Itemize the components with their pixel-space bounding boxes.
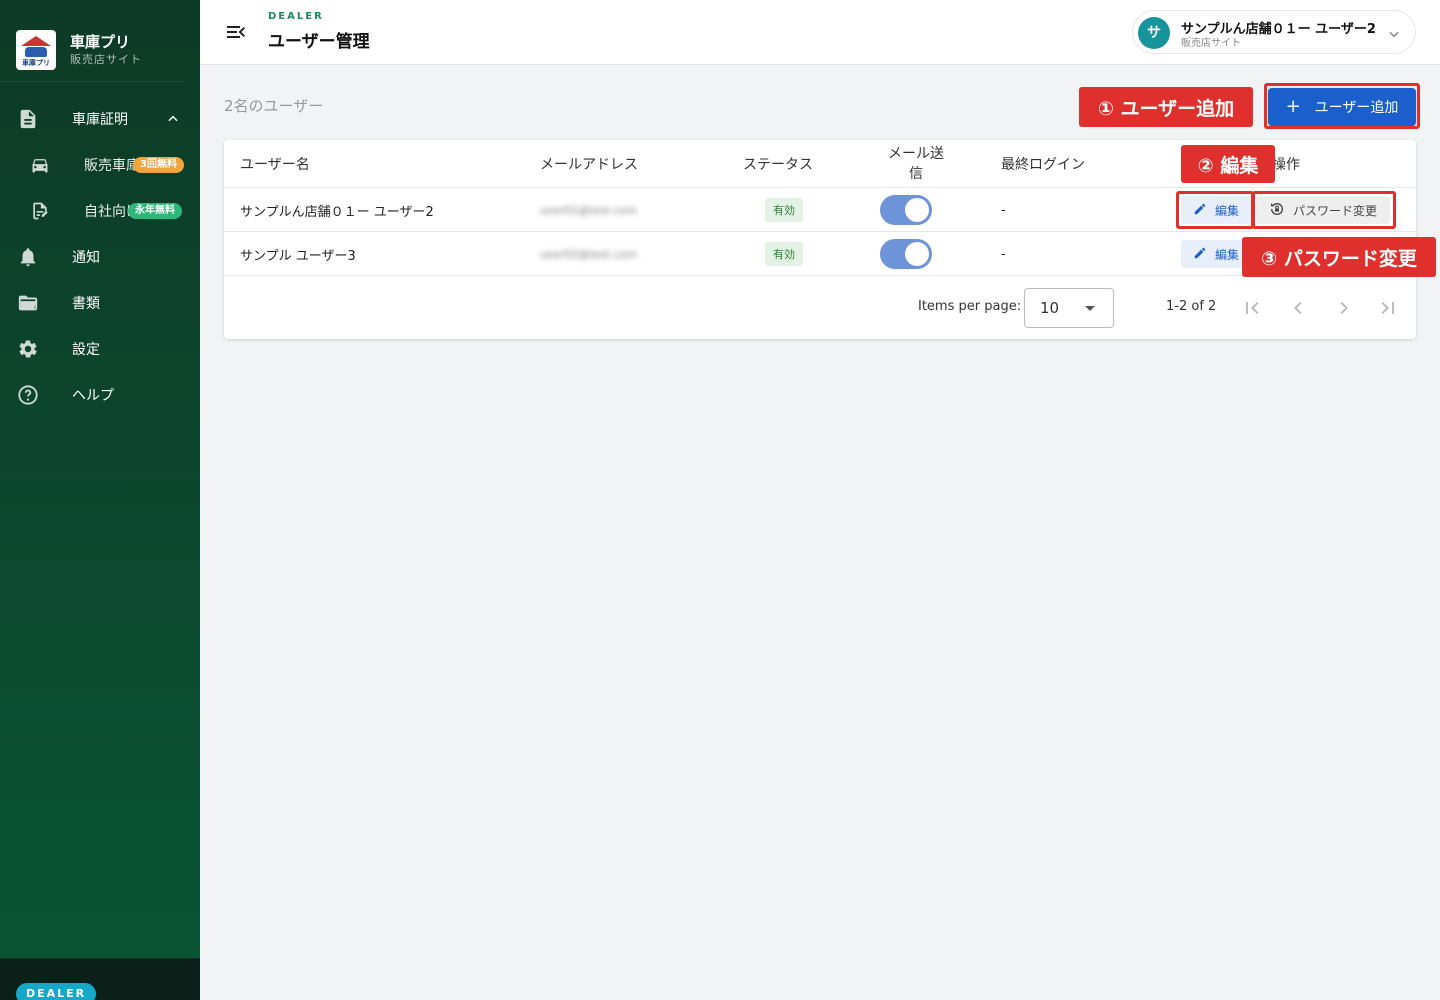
- page-range: 1-2 of 2: [1166, 299, 1217, 314]
- sidebar-footer: DEALER: [0, 958, 200, 1000]
- annotation-outline-add: [1264, 83, 1420, 129]
- user-count: 2名のユーザー: [224, 97, 324, 115]
- email-cell: user01@test.com: [540, 203, 638, 217]
- pencil-icon: [1193, 246, 1207, 263]
- table-row: サンプル ユーザー3 user02@test.com 有効 - 編集: [224, 231, 1416, 275]
- last-login-cell: -: [1001, 202, 1006, 218]
- chevron-down-icon: [1387, 26, 1401, 45]
- avatar: サ: [1138, 17, 1170, 49]
- user-menu[interactable]: サ サンプルん店舗０１ー ユーザー2 販売店サイト: [1132, 10, 1416, 54]
- status-badge: 有効: [765, 198, 803, 222]
- mail-toggle[interactable]: [880, 195, 932, 225]
- annotation-outline-edit: [1176, 191, 1254, 229]
- first-page-icon[interactable]: [1240, 296, 1264, 320]
- sidebar-item-label: 書類: [72, 296, 100, 312]
- column-header-mail[interactable]: メール送信: [884, 140, 948, 187]
- menu-collapse-icon[interactable]: [224, 20, 248, 44]
- user-role: 販売店サイト: [1181, 38, 1241, 49]
- next-page-icon[interactable]: [1332, 296, 1356, 320]
- paginator: Items per page: 10 1-2 of 2: [224, 275, 1416, 339]
- folder-icon: [16, 291, 40, 315]
- column-header-email[interactable]: メールアドレス: [540, 140, 638, 187]
- document-icon: [16, 107, 40, 131]
- mail-toggle[interactable]: [880, 239, 932, 269]
- car-icon: [28, 153, 52, 177]
- sidebar-nav: 車庫証明 販売車庫 3回無料 自社向け 永年無料 通知 書類 設定 ヘルプ: [0, 96, 200, 418]
- annotation-outline-password: [1252, 191, 1396, 229]
- edit-button[interactable]: 編集: [1181, 240, 1251, 268]
- user-name-cell: サンプルん店舗０１ー ユーザー2: [240, 204, 434, 220]
- brand-title: 車庫プリ: [70, 32, 131, 51]
- sidebar-item-label: 設定: [72, 342, 100, 358]
- sidebar-item-settings[interactable]: 設定: [0, 326, 200, 372]
- email-cell: user02@test.com: [540, 247, 638, 261]
- prev-page-icon[interactable]: [1286, 296, 1310, 320]
- column-header-name[interactable]: ユーザー名: [240, 140, 310, 187]
- sidebar-item-shako-shomei[interactable]: 車庫証明: [0, 96, 200, 142]
- annotation-edit: ② 編集: [1181, 145, 1275, 183]
- page-title: ユーザー管理: [268, 32, 370, 52]
- chevron-up-icon[interactable]: [166, 112, 180, 130]
- sidebar-item-label: 車庫証明: [72, 112, 128, 128]
- edit-document-icon: [28, 199, 52, 223]
- header-kicker: DEALER: [268, 11, 324, 22]
- edit-label: 編集: [1214, 247, 1239, 262]
- sidebar: 車庫プリ 車庫プリ 販売店サイト 車庫証明 販売車庫 3回無料 自社向け 永年無…: [0, 0, 200, 1000]
- bell-icon: [16, 245, 40, 269]
- help-icon: [16, 383, 40, 407]
- column-header-last-login[interactable]: 最終ログイン: [1001, 140, 1085, 187]
- sidebar-item-documents[interactable]: 書類: [0, 280, 200, 326]
- brand[interactable]: 車庫プリ 車庫プリ 販売店サイト: [0, 0, 184, 82]
- column-header-actions: 操作: [1272, 156, 1300, 173]
- brand-subtitle: 販売店サイト: [70, 52, 142, 66]
- sidebar-item-label: 通知: [72, 250, 100, 266]
- logo: 車庫プリ: [16, 29, 56, 70]
- caret-down-icon: [1085, 306, 1095, 311]
- last-page-icon[interactable]: [1376, 296, 1400, 320]
- annotation-password: ③ パスワード変更: [1242, 237, 1436, 277]
- last-login-cell: -: [1001, 246, 1006, 262]
- sidebar-item-hanbai-shako[interactable]: 販売車庫 3回無料: [0, 142, 200, 188]
- badge: 3回無料: [133, 157, 184, 173]
- gear-icon: [16, 337, 40, 361]
- annotation-add-user: ① ユーザー追加: [1079, 87, 1253, 127]
- column-header-status[interactable]: ステータス: [743, 140, 813, 187]
- dealer-badge: DEALER: [16, 983, 97, 1000]
- badge: 永年無料: [128, 203, 182, 219]
- sidebar-item-label: ヘルプ: [72, 388, 114, 404]
- user-name-cell: サンプル ユーザー3: [240, 248, 356, 264]
- status-badge: 有効: [765, 242, 803, 266]
- items-per-page-select[interactable]: 10: [1024, 288, 1114, 328]
- sidebar-item-notifications[interactable]: 通知: [0, 234, 200, 280]
- sidebar-item-label: 販売車庫: [84, 158, 140, 174]
- sidebar-item-help[interactable]: ヘルプ: [0, 372, 200, 418]
- top-header: DEALER ユーザー管理 サ サンプルん店舗０１ー ユーザー2 販売店サイト: [200, 0, 1440, 65]
- items-per-page-label: Items per page:: [918, 299, 1022, 314]
- sidebar-item-jisha-muke[interactable]: 自社向け 永年無料: [0, 188, 200, 234]
